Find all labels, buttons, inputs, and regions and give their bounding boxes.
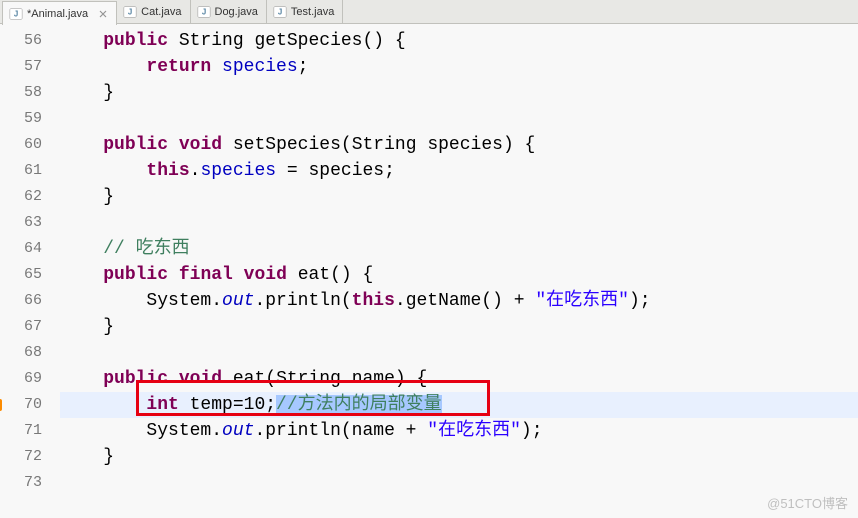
code-line (60, 470, 858, 496)
line-number: 73 (0, 470, 50, 496)
line-number-warning: 70 (0, 392, 50, 418)
tab-label: Dog.java (215, 6, 258, 18)
tab-cat-java[interactable]: J Cat.java (117, 0, 190, 23)
svg-text:J: J (278, 7, 282, 16)
code-line: public void eat(String name) { (60, 366, 858, 392)
code-content[interactable]: public String getSpecies() { return spec… (50, 24, 858, 518)
tab-dog-java[interactable]: J Dog.java (191, 0, 267, 23)
line-number: 65 (0, 262, 50, 288)
line-number: 59 (0, 106, 50, 132)
code-line: public String getSpecies() { (60, 28, 858, 54)
line-number: 57 (0, 54, 50, 80)
java-file-icon: J (197, 5, 211, 19)
code-line (60, 340, 858, 366)
code-line: public final void eat() { (60, 262, 858, 288)
tab-label: Test.java (291, 6, 334, 18)
svg-text:J: J (201, 7, 205, 16)
line-number: 63 (0, 210, 50, 236)
code-line: } (60, 314, 858, 340)
line-number: 56 (0, 28, 50, 54)
code-line: System.out.println(this.getName() + "在吃东… (60, 288, 858, 314)
java-file-icon: J (273, 5, 287, 19)
code-line: // 吃东西 (60, 236, 858, 262)
line-number: 69 (0, 366, 50, 392)
code-line (60, 106, 858, 132)
code-editor[interactable]: 56 57 58 59 60 61 62 63 64 65 66 67 68 6… (0, 24, 858, 518)
code-line: } (60, 80, 858, 106)
code-line: this.species = species; (60, 158, 858, 184)
svg-text:J: J (128, 7, 132, 16)
java-file-icon: J (9, 7, 23, 21)
java-file-icon: J (123, 5, 137, 19)
tab-animal-java[interactable]: J *Animal.java (2, 1, 117, 25)
line-number: 58 (0, 80, 50, 106)
svg-text:J: J (14, 9, 18, 18)
code-line: } (60, 444, 858, 470)
tab-label: *Animal.java (27, 8, 88, 20)
code-line-highlighted: int temp=10;//方法内的局部变量 (60, 392, 858, 418)
tab-test-java[interactable]: J Test.java (267, 0, 343, 23)
line-number: 68 (0, 340, 50, 366)
code-line (60, 210, 858, 236)
line-number-gutter: 56 57 58 59 60 61 62 63 64 65 66 67 68 6… (0, 24, 50, 518)
tab-label: Cat.java (141, 6, 181, 18)
close-icon[interactable] (98, 9, 108, 19)
line-number: 62 (0, 184, 50, 210)
line-number: 60 (0, 132, 50, 158)
code-line: return species; (60, 54, 858, 80)
line-number: 66 (0, 288, 50, 314)
line-number: 61 (0, 158, 50, 184)
line-number: 64 (0, 236, 50, 262)
line-number: 72 (0, 444, 50, 470)
line-number: 71 (0, 418, 50, 444)
code-line: System.out.println(name + "在吃东西"); (60, 418, 858, 444)
selected-text: //方法内的局部变量 (276, 395, 442, 415)
code-line: public void setSpecies(String species) { (60, 132, 858, 158)
editor-tab-bar: J *Animal.java J Cat.java J Dog.java J T… (0, 0, 858, 24)
code-line: } (60, 184, 858, 210)
watermark-text: @51CTO博客 (767, 493, 848, 512)
line-number: 67 (0, 314, 50, 340)
